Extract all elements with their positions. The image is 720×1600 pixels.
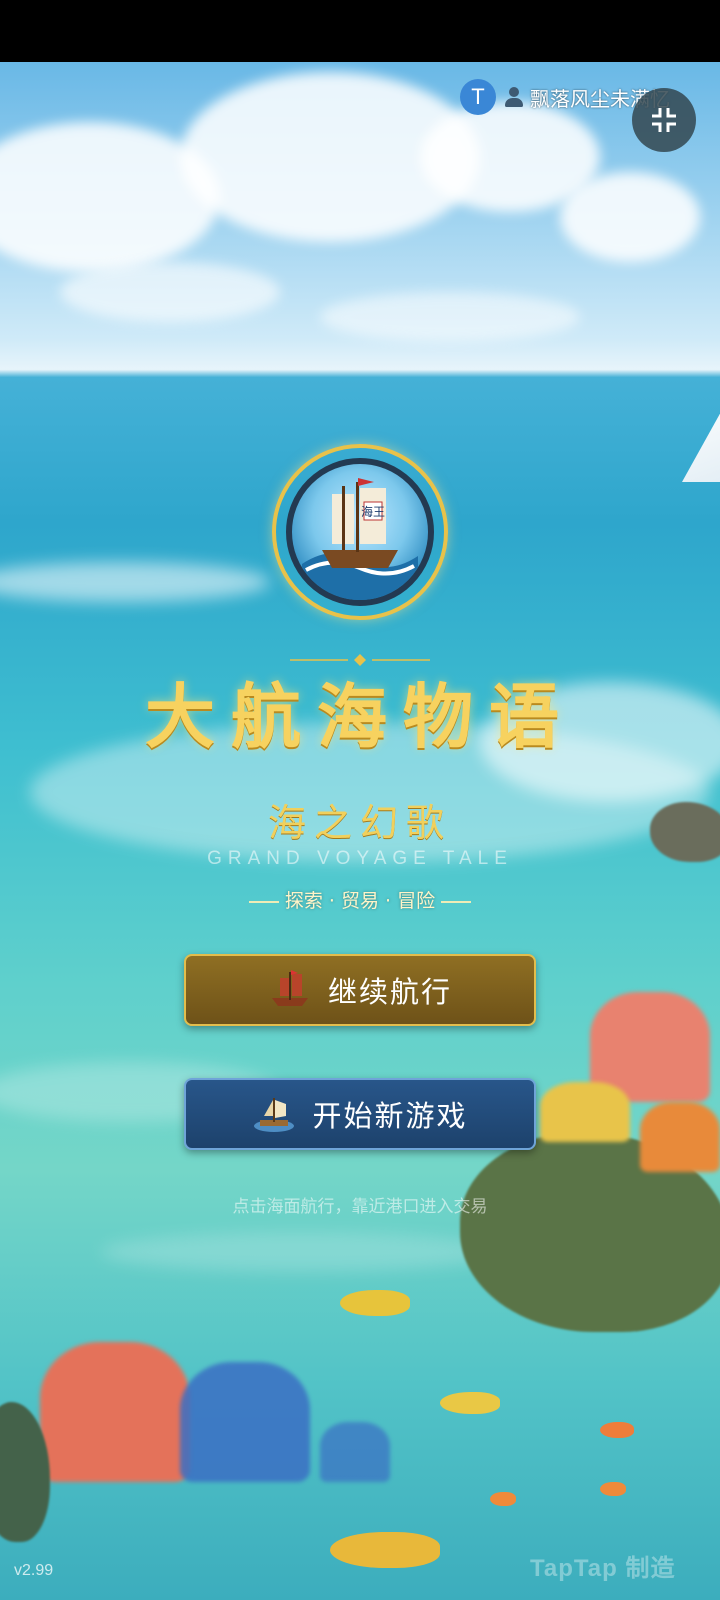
continue-voyage-button[interactable]: 继续航行 bbox=[184, 954, 536, 1026]
avatar[interactable]: T bbox=[460, 79, 496, 115]
game-title: 大航海物语 bbox=[145, 675, 575, 758]
raft-icon bbox=[254, 1098, 295, 1132]
tagline-row: 探索 · 贸易 · 冒险 bbox=[0, 886, 720, 913]
wave-foam bbox=[0, 562, 270, 602]
sailboat bbox=[682, 392, 720, 482]
divider-ornament bbox=[290, 654, 430, 666]
emblem-text: 海王 bbox=[361, 504, 385, 519]
fish bbox=[490, 1492, 516, 1506]
cloud bbox=[560, 172, 700, 262]
exit-fullscreen-button[interactable] bbox=[632, 88, 696, 152]
cloud bbox=[60, 262, 280, 322]
game-subtitle: 海之幻歌 bbox=[267, 801, 452, 845]
fish bbox=[440, 1392, 500, 1414]
cloud bbox=[320, 292, 580, 342]
fish bbox=[340, 1290, 410, 1316]
tagline: 探索 · 贸易 · 冒险 bbox=[284, 890, 436, 912]
tagline-dash-right bbox=[441, 900, 472, 903]
emblem-ship-image: 海王 bbox=[286, 458, 434, 606]
tagline-dash-left bbox=[248, 900, 279, 903]
game-english-title: GRAND VOYAGE TALE bbox=[207, 848, 513, 869]
coral bbox=[40, 1342, 190, 1482]
continue-voyage-label: 继续航行 bbox=[327, 975, 452, 1009]
ship-icon: 海王 bbox=[302, 478, 418, 600]
coral bbox=[320, 1422, 390, 1482]
new-game-button[interactable]: 开始新游戏 bbox=[184, 1078, 536, 1150]
galleon-icon bbox=[271, 970, 308, 1006]
coral bbox=[180, 1362, 310, 1482]
coral bbox=[540, 1082, 630, 1142]
exit-fullscreen-icon bbox=[652, 108, 676, 132]
coral bbox=[640, 1102, 720, 1172]
game-emblem: 海王 bbox=[272, 444, 448, 620]
new-game-label: 开始新游戏 bbox=[312, 1099, 468, 1133]
wave-foam bbox=[100, 1232, 500, 1272]
fish bbox=[330, 1532, 440, 1568]
app-screen: T 飘落风尘未满忆 海王 大航海物语 海之幻歌 GRAND VOYAGE TAL… bbox=[0, 0, 720, 1600]
taptap-watermark: TapTap 制造 bbox=[530, 1555, 676, 1582]
user-icon bbox=[504, 86, 524, 108]
fish bbox=[600, 1482, 626, 1496]
status-bar bbox=[0, 0, 720, 62]
version-label: v2.99 bbox=[14, 1562, 54, 1579]
fish bbox=[600, 1422, 634, 1438]
hint-text: 点击海面航行，靠近港口进入交易 bbox=[232, 1197, 488, 1217]
